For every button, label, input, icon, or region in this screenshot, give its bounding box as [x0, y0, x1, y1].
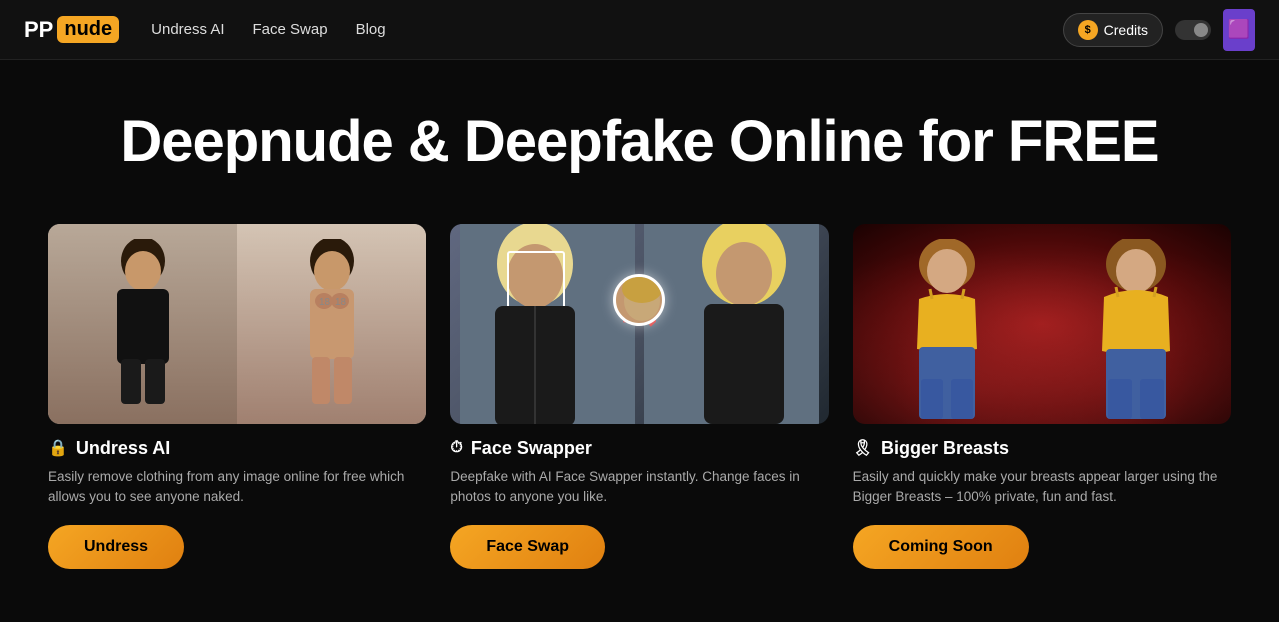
credits-button[interactable]: $ Credits — [1063, 13, 1163, 47]
faceswap-card-image: ⟶ — [450, 224, 828, 424]
card-undress: 18 18 🔒 Undress AI Easily remove clothin… — [48, 224, 426, 570]
bigger-card-image — [853, 224, 1231, 424]
hero-section: Deepnude & Deepfake Online for FREE — [0, 60, 1279, 204]
undress-desc: Easily remove clothing from any image on… — [48, 467, 426, 508]
nav-undress-ai[interactable]: Undress AI — [151, 21, 224, 38]
bigger-title: 🎗 Bigger Breasts — [853, 438, 1231, 459]
nav-face-swap[interactable]: Face Swap — [253, 21, 328, 38]
svg-text:18: 18 — [319, 297, 331, 308]
faceswap-title: ⏱ Face Swapper — [450, 438, 828, 459]
card-faceswap: ⟶ — [450, 224, 828, 570]
hero-headline: Deepnude & Deepfake Online for FREE — [24, 110, 1255, 174]
bigger-button[interactable]: Coming Soon — [853, 525, 1029, 569]
faceswap-desc: Deepfake with AI Face Swapper instantly.… — [450, 467, 828, 508]
logo[interactable]: PP nude — [24, 16, 119, 43]
bigger-icon: 🎗 — [853, 438, 873, 458]
undress-icon: 🔒 — [48, 438, 68, 458]
cards-section: 18 18 🔒 Undress AI Easily remove clothin… — [0, 204, 1279, 610]
nav-links: Undress AI Face Swap Blog — [151, 21, 1063, 38]
logo-pp: PP — [24, 17, 53, 43]
logo-nude: nude — [57, 16, 119, 43]
faceswap-icon: ⏱ — [450, 439, 462, 457]
undress-before — [48, 224, 237, 424]
nav-right: $ Credits 🟪 — [1063, 9, 1255, 51]
credits-label: Credits — [1104, 22, 1148, 38]
coin-icon: $ — [1078, 20, 1098, 40]
theme-toggle[interactable] — [1175, 20, 1211, 40]
bigger-desc: Easily and quickly make your breasts app… — [853, 467, 1231, 508]
user-avatar[interactable]: 🟪 — [1223, 9, 1255, 51]
undress-button[interactable]: Undress — [48, 525, 184, 569]
navbar: PP nude Undress AI Face Swap Blog $ Cred… — [0, 0, 1279, 60]
undress-title: 🔒 Undress AI — [48, 438, 426, 459]
undress-after: 18 18 — [237, 224, 426, 424]
svg-text:18: 18 — [335, 297, 347, 308]
nav-blog[interactable]: Blog — [356, 21, 386, 38]
card-bigger: 🎗 Bigger Breasts Easily and quickly make… — [853, 224, 1231, 570]
undress-card-image: 18 18 — [48, 224, 426, 424]
faceswap-button[interactable]: Face Swap — [450, 525, 605, 569]
